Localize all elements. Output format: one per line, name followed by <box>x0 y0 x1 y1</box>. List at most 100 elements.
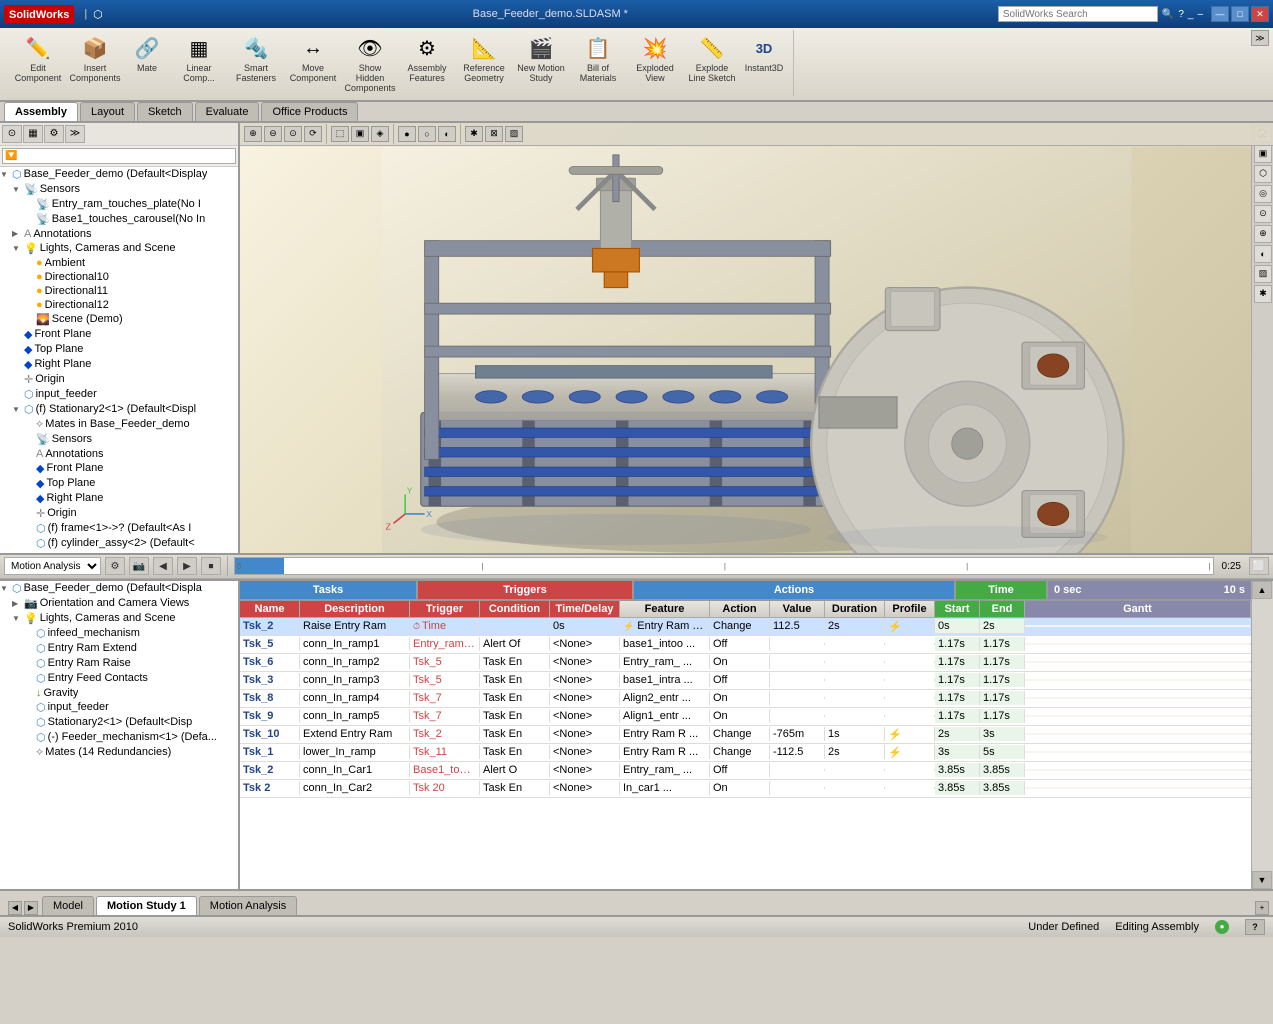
tree-item-annotations[interactable]: ▶ A Annotations <box>0 227 238 241</box>
scroll-up-btn[interactable]: ▲ <box>1252 581 1272 599</box>
time-scrollbar[interactable]: ▲ ▼ <box>1251 581 1273 889</box>
motion-row-8[interactable]: Tsk_2 conn_In_Car1 Base1_touc ... Alert … <box>240 762 1251 780</box>
edit-component-button[interactable]: ✏️ Edit Component <box>10 30 66 96</box>
motion-btn1[interactable]: 📷 <box>129 557 149 575</box>
tree-item-input-feeder[interactable]: ⬡ input_feeder <box>0 387 238 402</box>
tree-btn-3[interactable]: ⚙ <box>44 125 64 143</box>
linear-comp-button[interactable]: ▦ Linear Comp... <box>171 30 227 96</box>
toolbar-extra-icon[interactable]: ≫ <box>1251 30 1269 46</box>
vp-view1[interactable]: ⬚ <box>331 126 349 142</box>
tree-item-lights[interactable]: ▼ 💡 Lights, Cameras and Scene <box>0 241 238 256</box>
minimize-button[interactable]: — <box>1211 6 1229 22</box>
vp-extra2[interactable]: ⊠ <box>485 126 503 142</box>
vp-shading1[interactable]: ● <box>398 126 416 142</box>
rs-view2[interactable]: ⬡ <box>1254 165 1272 183</box>
close-button[interactable]: ✕ <box>1251 6 1269 22</box>
window-controls[interactable]: — □ ✕ <box>1211 6 1269 22</box>
show-hidden-button[interactable]: 👁 Show Hidden Components <box>342 30 398 96</box>
motion-timeline[interactable]: 0 | | | | <box>234 557 1214 575</box>
motion-btn3[interactable]: ▶ <box>177 557 197 575</box>
insert-components-button[interactable]: 📦 Insert Components <box>67 30 123 96</box>
vp-shading2[interactable]: ○ <box>418 126 436 142</box>
bottom-tree-entry-raise[interactable]: ⬡ Entry Ram Raise <box>0 656 238 671</box>
bottom-tree-entry-contacts[interactable]: ⬡ Entry Feed Contacts <box>0 671 238 686</box>
tree-item-frame[interactable]: ⬡ (f) frame<1>->? (Default<As I <box>0 521 238 536</box>
bottom-tree-mates[interactable]: ⟡ Mates (14 Redundancies) <box>0 745 238 760</box>
explode-line-sketch-button[interactable]: 📏 Explode Line Sketch <box>684 30 740 96</box>
motion-row-6[interactable]: Tsk_10 Extend Entry Ram Tsk_2 Task En <N… <box>240 726 1251 744</box>
rs-view3[interactable]: ◎ <box>1254 185 1272 203</box>
tree-filter-input[interactable] <box>2 148 236 164</box>
bottom-tree-input-feeder[interactable]: ⬡ input_feeder <box>0 700 238 715</box>
bottom-tree-infeed[interactable]: ⬡ infeed_mechanism <box>0 626 238 641</box>
tree-item-origin[interactable]: ✛ Origin <box>0 372 238 387</box>
tree-btn-1[interactable]: ⊙ <box>2 125 22 143</box>
tab-add-btn[interactable]: + <box>1255 901 1269 915</box>
tab-motion-study-1[interactable]: Motion Study 1 <box>96 896 197 915</box>
vp-shading3[interactable]: ◐ <box>438 126 456 142</box>
instant3d-button[interactable]: 3D Instant3D <box>741 30 787 96</box>
tree-item-base1-touches[interactable]: 📡 Base1_touches_carousel(No In <box>0 212 238 227</box>
vp-view2[interactable]: ▣ <box>351 126 369 142</box>
tab-next-btn[interactable]: ▶ <box>24 901 38 915</box>
tree-item-mates-base[interactable]: ⟡ Mates in Base_Feeder_demo <box>0 417 238 432</box>
tree-item-cylinder[interactable]: ⬡ (f) cylinder_assy<2> (Default< <box>0 536 238 551</box>
bottom-tree-lights[interactable]: ▼ 💡 Lights, Cameras and Scene <box>0 611 238 626</box>
tree-item-front-plane2[interactable]: ◆ Front Plane <box>0 461 238 476</box>
tree-item-top-plane[interactable]: ◆ Top Plane <box>0 342 238 357</box>
tree-item-entry-ram-touches[interactable]: 📡 Entry_ram_touches_plate(No I <box>0 197 238 212</box>
motion-expand-btn[interactable]: ⬜ <box>1249 557 1269 575</box>
tree-item-right-plane2[interactable]: ◆ Right Plane <box>0 491 238 506</box>
bottom-tree-root[interactable]: ▼ ⬡ Base_Feeder_demo (Default<Displa <box>0 581 238 596</box>
help-button[interactable]: ? <box>1245 919 1265 935</box>
motion-row-2[interactable]: Tsk_6 conn_In_ramp2 Tsk_5 Task En <None>… <box>240 654 1251 672</box>
motion-row-3[interactable]: Tsk_3 conn_In_ramp3 Tsk_5 Task En <None>… <box>240 672 1251 690</box>
mate-button[interactable]: 🔗 Mate <box>124 30 170 96</box>
search-input[interactable] <box>998 6 1158 22</box>
assembly-features-button[interactable]: ⚙ Assembly Features <box>399 30 455 96</box>
tree-item-directional11[interactable]: ● Directional11 <box>0 284 238 298</box>
tab-motion-analysis[interactable]: Motion Analysis <box>199 896 297 915</box>
bottom-tree-stationary[interactable]: ⬡ Stationary2<1> (Default<Disp <box>0 715 238 730</box>
maximize-button[interactable]: □ <box>1231 6 1249 22</box>
tree-btn-4[interactable]: ≫ <box>65 125 85 143</box>
vp-extra1[interactable]: ✱ <box>465 126 483 142</box>
motion-row-1[interactable]: Tsk_5 conn_In_ramp1 Entry_ram_t ... Aler… <box>240 636 1251 654</box>
motion-properties-btn[interactable]: ⚙ <box>105 557 125 575</box>
vp-view3[interactable]: ◈ <box>371 126 389 142</box>
rs-view8[interactable]: ✱ <box>1254 285 1272 303</box>
tree-item-ambient[interactable]: ● Ambient <box>0 256 238 270</box>
tab-evaluate[interactable]: Evaluate <box>195 102 260 121</box>
status-indicator[interactable]: ● <box>1215 920 1229 934</box>
motion-type-select[interactable]: Motion Analysis <box>4 557 101 575</box>
tab-assembly[interactable]: Assembly <box>4 102 78 121</box>
bottom-tree-gravity[interactable]: ↓ Gravity <box>0 686 238 700</box>
rs-view6[interactable]: ◐ <box>1254 245 1272 263</box>
bottom-tree-feeder-mech[interactable]: ⬡ (-) Feeder_mechanism<1> (Defa... <box>0 730 238 745</box>
tab-office-products[interactable]: Office Products <box>261 102 358 121</box>
scroll-down-btn[interactable]: ▼ <box>1252 871 1272 889</box>
motion-row-7[interactable]: Tsk_1 lower_In_ramp Tsk_11 Task En <None… <box>240 744 1251 762</box>
tree-item-directional10[interactable]: ● Directional10 <box>0 270 238 284</box>
vp-rotate[interactable]: ⟳ <box>304 126 322 142</box>
tree-btn-2[interactable]: ▦ <box>23 125 43 143</box>
tree-item-right-plane[interactable]: ◆ Right Plane <box>0 357 238 372</box>
bottom-tree-entry-extend[interactable]: ⬡ Entry Ram Extend <box>0 641 238 656</box>
reference-geometry-button[interactable]: 📐 Reference Geometry <box>456 30 512 96</box>
rs-view4[interactable]: ⊙ <box>1254 205 1272 223</box>
exploded-view-button[interactable]: 💥 Exploded View <box>627 30 683 96</box>
vp-extra3[interactable]: ▨ <box>505 126 523 142</box>
tree-item-module-ligal[interactable]: ⬡ (f) module_ligal_115_1000_128 <box>0 551 238 553</box>
tab-sketch[interactable]: Sketch <box>137 102 193 121</box>
motion-stop-btn[interactable]: ⏹ <box>201 557 221 575</box>
tab-layout[interactable]: Layout <box>80 102 135 121</box>
rs-view5[interactable]: ⊕ <box>1254 225 1272 243</box>
motion-row-0[interactable]: Tsk_2 Raise Entry Ram ⏱ Time 0s ⚡ Entry … <box>240 618 1251 636</box>
new-motion-study-button[interactable]: 🎬 New Motion Study <box>513 30 569 96</box>
vp-zoom-in[interactable]: ⊕ <box>244 126 262 142</box>
vp-zoom-out[interactable]: ⊖ <box>264 126 282 142</box>
tree-item-annotations2[interactable]: A Annotations <box>0 447 238 461</box>
tree-item-directional12[interactable]: ● Directional12 <box>0 298 238 312</box>
tab-prev-btn[interactable]: ◀ <box>8 901 22 915</box>
tree-item-top-plane2[interactable]: ◆ Top Plane <box>0 476 238 491</box>
